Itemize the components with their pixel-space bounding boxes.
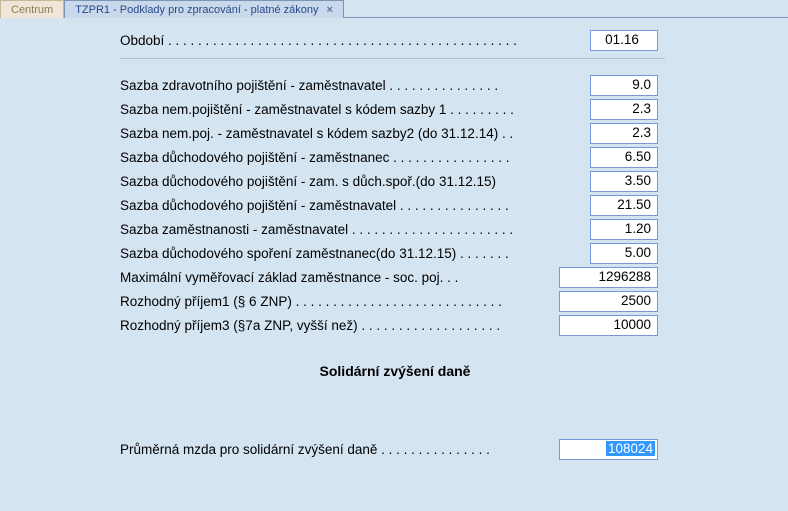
field-label: Rozhodný příjem1 (§ 6 ZNP) . . . . . . .…	[120, 294, 559, 309]
input-duch-zamc[interactable]: 6.50	[590, 147, 658, 168]
field-label: Sazba důchodového pojištění - zaměstnava…	[120, 198, 590, 213]
input-rozh-prijem1[interactable]: 2500	[559, 291, 658, 312]
row-nem-zamv-k2: Sazba nem.poj. - zaměstnavatel s kódem s…	[120, 121, 670, 145]
input-duch-spor-zamc[interactable]: 5.00	[590, 243, 658, 264]
input-nem-zamv-k1[interactable]: 2.3	[590, 99, 658, 120]
tab-label: TZPR1 - Podklady pro zpracování - platné…	[75, 2, 318, 18]
row-duch-zamc: Sazba důchodového pojištění - zaměstnane…	[120, 145, 670, 169]
label-obdobi: Období . . . . . . . . . . . . . . . . .…	[120, 33, 590, 48]
row-duch-zamv: Sazba důchodového pojištění - zaměstnava…	[120, 193, 670, 217]
input-rozh-prijem3[interactable]: 10000	[559, 315, 658, 336]
section-title-solidarni: Solidární zvýšení daně	[120, 363, 670, 379]
field-label: Sazba zaměstnanosti - zaměstnavatel . . …	[120, 222, 590, 237]
input-zdrav-zamv[interactable]: 9.0	[590, 75, 658, 96]
divider	[120, 58, 665, 59]
close-icon[interactable]: ×	[327, 2, 333, 18]
input-prum-mzda-solid[interactable]: 108024	[559, 439, 658, 460]
field-label: Maximální vyměřovací základ zaměstnance …	[120, 270, 559, 285]
tab-label: Centrum	[11, 2, 53, 18]
tab-centrum[interactable]: Centrum	[0, 0, 64, 18]
field-label: Sazba nem.poj. - zaměstnavatel s kódem s…	[120, 126, 590, 141]
field-label: Sazba nem.pojištění - zaměstnavatel s kó…	[120, 102, 590, 117]
input-nem-zamv-k2[interactable]: 2.3	[590, 123, 658, 144]
input-obdobi[interactable]: 01.16	[590, 30, 658, 51]
row-max-vymz: Maximální vyměřovací základ zaměstnance …	[120, 265, 670, 289]
field-label: Sazba zdravotního pojištění - zaměstnava…	[120, 78, 590, 93]
form-panel: Období . . . . . . . . . . . . . . . . .…	[120, 28, 670, 461]
spacer	[120, 389, 670, 437]
row-nem-zamv-k1: Sazba nem.pojištění - zaměstnavatel s kó…	[120, 97, 670, 121]
input-duch-zamv[interactable]: 21.50	[590, 195, 658, 216]
row-prum-mzda-solid: Průměrná mzda pro solidární zvýšení daně…	[120, 437, 670, 461]
input-max-vymz[interactable]: 1296288	[559, 267, 658, 288]
field-label: Průměrná mzda pro solidární zvýšení daně…	[120, 442, 559, 457]
input-nezam-zamv[interactable]: 1.20	[590, 219, 658, 240]
content-area: Období . . . . . . . . . . . . . . . . .…	[0, 18, 788, 461]
row-rozh-prijem3: Rozhodný příjem3 (§7a ZNP, vyšší než) . …	[120, 313, 670, 337]
row-duch-zamc-spor: Sazba důchodového pojištění - zam. s důc…	[120, 169, 670, 193]
field-label: Sazba důchodového pojištění - zaměstnane…	[120, 150, 590, 165]
row-nezam-zamv: Sazba zaměstnanosti - zaměstnavatel . . …	[120, 217, 670, 241]
row-zdrav-zamv: Sazba zdravotního pojištění - zaměstnava…	[120, 73, 670, 97]
input-duch-zamc-spor[interactable]: 3.50	[590, 171, 658, 192]
row-duch-spor-zamc: Sazba důchodového spoření zaměstnanec(do…	[120, 241, 670, 265]
tab-bar: Centrum TZPR1 - Podklady pro zpracování …	[0, 0, 788, 18]
field-label: Sazba důchodového pojištění - zam. s důc…	[120, 174, 590, 189]
row-rozh-prijem1: Rozhodný příjem1 (§ 6 ZNP) . . . . . . .…	[120, 289, 670, 313]
tab-tzpr1[interactable]: TZPR1 - Podklady pro zpracování - platné…	[64, 0, 344, 18]
field-label: Sazba důchodového spoření zaměstnanec(do…	[120, 246, 590, 261]
field-label: Rozhodný příjem3 (§7a ZNP, vyšší než) . …	[120, 318, 559, 333]
row-obdobi: Období . . . . . . . . . . . . . . . . .…	[120, 28, 670, 52]
selected-text: 108024	[606, 441, 655, 456]
